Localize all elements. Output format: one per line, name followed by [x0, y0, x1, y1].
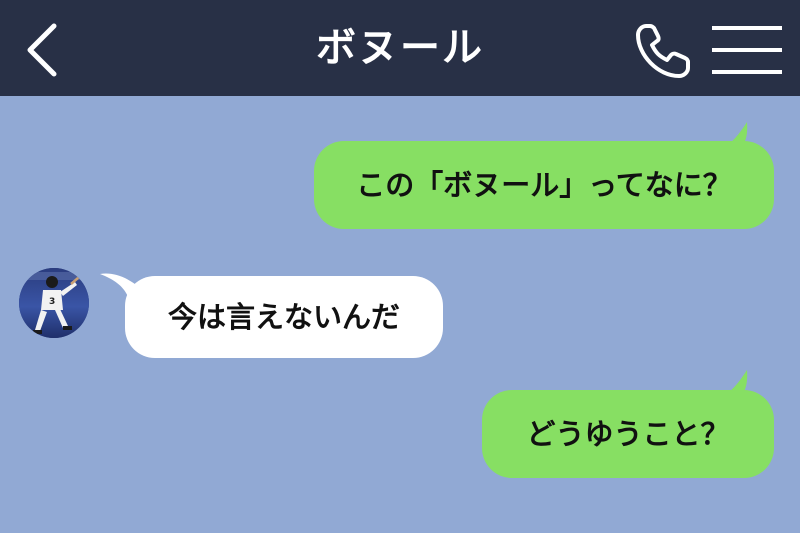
message-text: この「ボヌール」ってなに？: [356, 168, 732, 202]
outgoing-message: この「ボヌール」ってなに？: [0, 96, 800, 236]
message-bubble[interactable]: どうゆうこと？: [482, 390, 774, 478]
phone-icon: [636, 24, 690, 78]
call-button[interactable]: [632, 20, 698, 82]
hamburger-menu-icon: [712, 26, 782, 74]
menu-button[interactable]: [710, 24, 784, 76]
back-button[interactable]: [18, 22, 66, 78]
back-chevron-icon: [27, 23, 57, 77]
incoming-message: 今は言えないんだ: [0, 256, 800, 366]
message-bubble[interactable]: この「ボヌール」ってなに？: [314, 141, 774, 229]
chat-header: ボヌール: [0, 0, 800, 96]
outgoing-message: どうゆうこと？: [0, 366, 800, 533]
message-text: どうゆうこと？: [526, 417, 730, 451]
chat-area[interactable]: この「ボヌール」ってなに？ 3 今は言えないんだ どうゆうこと？: [0, 96, 800, 533]
chat-title: ボヌール: [316, 25, 484, 71]
message-bubble[interactable]: 今は言えないんだ: [125, 276, 443, 358]
message-text: 今は言えないんだ: [167, 300, 400, 334]
